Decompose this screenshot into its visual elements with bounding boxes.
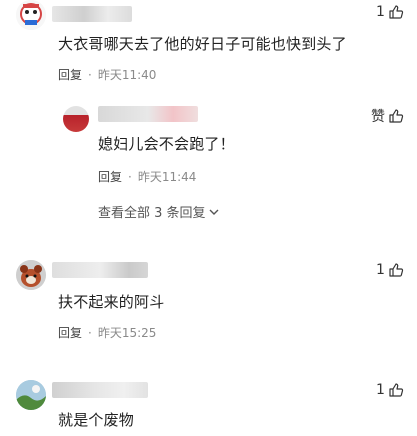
avatar[interactable] xyxy=(16,380,46,410)
thumbs-up-icon xyxy=(389,109,404,123)
comment-text: 扶不起来的阿斗 xyxy=(58,293,165,311)
thumbs-up-icon xyxy=(389,263,404,277)
avatar[interactable] xyxy=(16,0,46,30)
thumbs-up-icon xyxy=(389,383,404,397)
comment-meta: 回复 · 昨天11:40 xyxy=(58,66,156,83)
like-label: 赞 xyxy=(371,109,385,125)
thumbs-up-icon xyxy=(389,5,404,19)
reply-text: 媳妇儿会不会跑了！ xyxy=(98,135,235,153)
reply-meta: 回复 · 昨天11:44 xyxy=(98,168,196,185)
separator-dot: · xyxy=(88,326,92,340)
timestamp: 昨天15:25 xyxy=(97,326,157,340)
comment-meta: 回复 · 昨天15:25 xyxy=(58,324,156,341)
reply-link[interactable]: 回复 xyxy=(58,68,82,82)
separator-dot: · xyxy=(128,170,132,184)
comment-text: 就是个废物 xyxy=(58,411,135,429)
timestamp: 昨天11:44 xyxy=(137,170,197,184)
reply-link[interactable]: 回复 xyxy=(58,326,82,340)
username-blurred[interactable] xyxy=(98,106,198,122)
reply-link[interactable]: 回复 xyxy=(98,170,122,184)
like-count: 1 xyxy=(376,382,385,398)
like-button[interactable]: 1 xyxy=(376,382,404,398)
avatar[interactable] xyxy=(63,106,89,132)
username-blurred[interactable] xyxy=(52,6,132,22)
like-count: 1 xyxy=(376,4,385,20)
like-count: 1 xyxy=(376,262,385,278)
timestamp: 昨天11:40 xyxy=(97,68,157,82)
chevron-down-icon xyxy=(209,209,219,215)
separator-dot: · xyxy=(88,68,92,82)
like-button[interactable]: 赞 xyxy=(371,106,404,126)
view-all-replies-label: 查看全部 3 条回复 xyxy=(98,206,206,221)
like-button[interactable]: 1 xyxy=(376,4,404,20)
like-button[interactable]: 1 xyxy=(376,262,404,278)
comment-text: 大衣哥哪天去了他的好日子可能也快到头了 xyxy=(58,35,347,53)
view-all-replies-button[interactable]: 查看全部 3 条回复 xyxy=(98,202,220,221)
username-blurred[interactable] xyxy=(52,262,148,278)
username-blurred[interactable] xyxy=(52,382,148,398)
avatar[interactable] xyxy=(16,260,46,290)
